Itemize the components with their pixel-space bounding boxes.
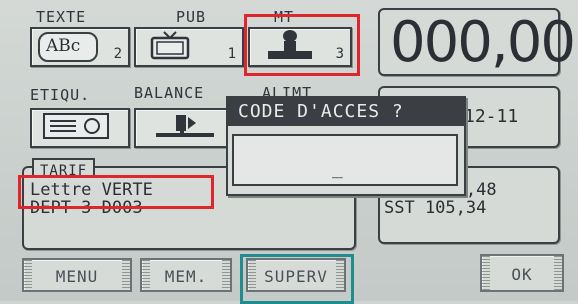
mem-label: MEM. <box>164 267 208 286</box>
tarif-tab: TARIF <box>32 158 96 179</box>
date-value: 12-11 <box>464 106 519 127</box>
tv-icon <box>150 31 190 60</box>
texte-count: 2 <box>113 46 122 62</box>
menu-left-edge <box>24 260 32 290</box>
total-sst: SST 105,34 <box>384 198 487 218</box>
mem-left-edge <box>142 260 150 290</box>
abc-glyph: ABc <box>46 36 81 56</box>
scale-icon <box>156 115 214 137</box>
tarif-highlight <box>18 175 214 209</box>
label-balance: BALANCE <box>134 84 205 102</box>
label-etiqu: ETIQU. <box>30 86 91 104</box>
etiqu-button[interactable] <box>30 108 130 148</box>
menu-button[interactable]: MENU <box>22 258 132 292</box>
mem-right-edge <box>222 260 230 290</box>
amount-display: 000,00 <box>378 8 576 76</box>
pub-count: 1 <box>227 46 236 62</box>
ok-right-edge <box>554 256 562 290</box>
lcd-screen: TEXTE PUB MT ABc 2 1 3 000,00 ETIQU. BAL… <box>0 0 578 304</box>
label-icon <box>43 113 109 139</box>
abc-text-icon: ABc <box>38 32 98 62</box>
dialog-title: CODE D'ACCES ? <box>228 98 464 126</box>
superv-highlight <box>240 254 354 304</box>
access-code-input[interactable]: _ <box>232 134 458 186</box>
ok-label: OK <box>511 265 533 284</box>
ok-left-edge <box>482 256 490 290</box>
label-texte: TEXTE <box>36 8 87 26</box>
menu-label: MENU <box>55 267 99 286</box>
label-pub: PUB <box>176 8 207 26</box>
texte-button[interactable]: ABc 2 <box>30 27 130 67</box>
amount-value: 000,00 <box>390 10 576 75</box>
access-code-dialog: CODE D'ACCES ? _ <box>226 96 466 196</box>
menu-right-edge <box>122 260 130 290</box>
pub-button[interactable]: 1 <box>134 27 244 67</box>
ok-button[interactable]: OK <box>480 254 564 292</box>
mt-highlight <box>244 14 360 76</box>
mem-button[interactable]: MEM. <box>140 258 232 292</box>
input-cursor: _ <box>332 158 343 179</box>
